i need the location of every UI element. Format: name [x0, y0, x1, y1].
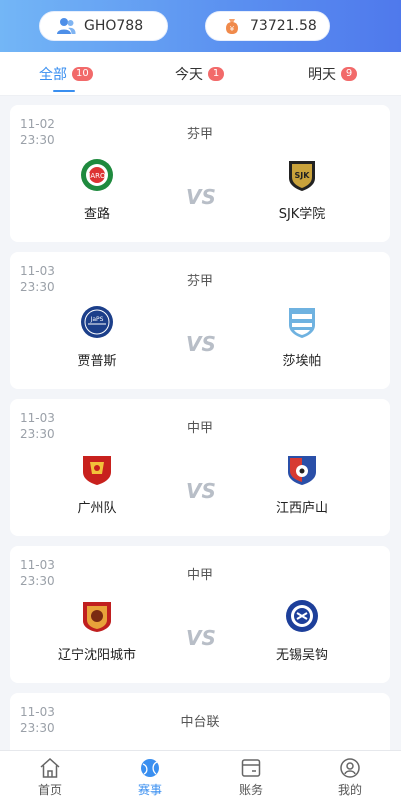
away-team: 莎埃帕	[252, 305, 352, 369]
home-team-name: 辽宁沈阳城市	[57, 648, 136, 663]
team-crest-icon	[286, 600, 318, 632]
tab-all[interactable]: 全部 10	[39, 52, 93, 96]
away-team-name: 江西庐山	[275, 501, 328, 516]
svg-text:VS: VS	[186, 626, 216, 650]
versus-icon: VS	[186, 185, 216, 209]
league-name: 中甲	[186, 421, 213, 436]
money-bag-icon: ¥	[222, 16, 242, 36]
tab-today[interactable]: 今天 1	[175, 52, 224, 96]
nav-home-label: 首页	[37, 783, 62, 797]
tab-tomorrow-label: 明天	[308, 67, 336, 83]
away-team-name: 莎埃帕	[282, 354, 322, 369]
home-team: JARO 查路	[47, 158, 147, 222]
svg-text:VS: VS	[186, 479, 216, 503]
tab-tomorrow[interactable]: 明天 9	[308, 52, 357, 96]
league-name: 中台联	[180, 715, 220, 730]
team-crest-icon	[83, 456, 111, 485]
home-team-name: 贾普斯	[77, 354, 117, 369]
away-team-name: 无锡吴钩	[275, 648, 328, 663]
home-team: 辽宁沈阳城市	[47, 599, 147, 663]
bottom-nav: 首页 赛事 账务 我的	[0, 750, 401, 802]
nav-home[interactable]: 首页	[15, 751, 85, 802]
date-tabs: 全部 10 今天 1 明天 9	[0, 52, 401, 96]
match-card[interactable]: 11-02 23:30 芬甲 JARO 查路 VS SJK SJK学院	[10, 105, 390, 242]
top-header: GHO788 ¥ 73721.58	[0, 0, 401, 52]
away-team: SJK SJK学院	[252, 158, 352, 222]
team-crest-icon	[288, 456, 316, 485]
nav-events-label: 赛事	[137, 783, 162, 797]
league-name: 中甲	[186, 568, 213, 583]
home-team-name: 广州队	[77, 501, 117, 516]
user-icon	[56, 16, 76, 36]
match-card[interactable]: 11-03 23:30 中甲 广州队 VS 江西庐山	[10, 399, 390, 536]
user-pill[interactable]: GHO788	[39, 11, 168, 41]
tab-today-count-badge: 1	[208, 67, 224, 81]
svg-text:¥: ¥	[230, 25, 235, 33]
league-name: 芬甲	[186, 127, 213, 142]
league-name: 芬甲	[186, 274, 213, 289]
svg-text:SJK: SJK	[295, 171, 311, 180]
away-team-name: SJK学院	[278, 207, 326, 222]
tab-all-count-badge: 10	[72, 67, 93, 81]
username-text: GHO788	[84, 18, 144, 34]
match-card[interactable]: 11-03 23:30 芬甲 JaPS 贾普斯 VS 莎埃帕	[10, 252, 390, 389]
home-team: 广州队	[47, 452, 147, 516]
team-crest-icon	[83, 602, 111, 632]
home-icon	[40, 757, 60, 778]
wallet-icon	[241, 759, 261, 777]
balance-text: 73721.58	[250, 18, 317, 34]
ball-icon	[141, 759, 159, 777]
team-crest-icon: JaPS	[81, 306, 113, 338]
nav-profile[interactable]: 我的	[315, 751, 385, 802]
away-team: 无锡吴钩	[252, 599, 352, 663]
tab-today-label: 今天	[175, 67, 203, 83]
tab-tomorrow-count-badge: 9	[341, 67, 357, 81]
nav-profile-label: 我的	[337, 783, 362, 797]
svg-text:VS: VS	[186, 332, 216, 356]
balance-pill[interactable]: ¥ 73721.58	[205, 11, 330, 41]
home-team: JaPS 贾普斯	[47, 305, 147, 369]
tab-all-label: 全部	[39, 67, 67, 83]
svg-text:JARO: JARO	[87, 172, 106, 180]
nav-events[interactable]: 赛事	[115, 751, 185, 802]
svg-text:JaPS: JaPS	[90, 316, 104, 323]
nav-account-label: 账务	[238, 783, 263, 797]
versus-icon: VS	[186, 332, 216, 356]
versus-icon: VS	[186, 626, 216, 650]
home-team-name: 查路	[83, 207, 110, 222]
away-team: 江西庐山	[252, 452, 352, 516]
team-crest-icon: SJK	[289, 161, 315, 191]
team-crest-icon: JARO	[81, 159, 113, 191]
user-icon	[340, 758, 360, 778]
nav-account[interactable]: 账务	[216, 751, 286, 802]
svg-text:VS: VS	[186, 185, 216, 209]
match-card[interactable]: 11-03 23:30 中甲 辽宁沈阳城市 VS 无锡吴钩	[10, 546, 390, 683]
team-crest-icon	[289, 308, 315, 338]
versus-icon: VS	[186, 479, 216, 503]
